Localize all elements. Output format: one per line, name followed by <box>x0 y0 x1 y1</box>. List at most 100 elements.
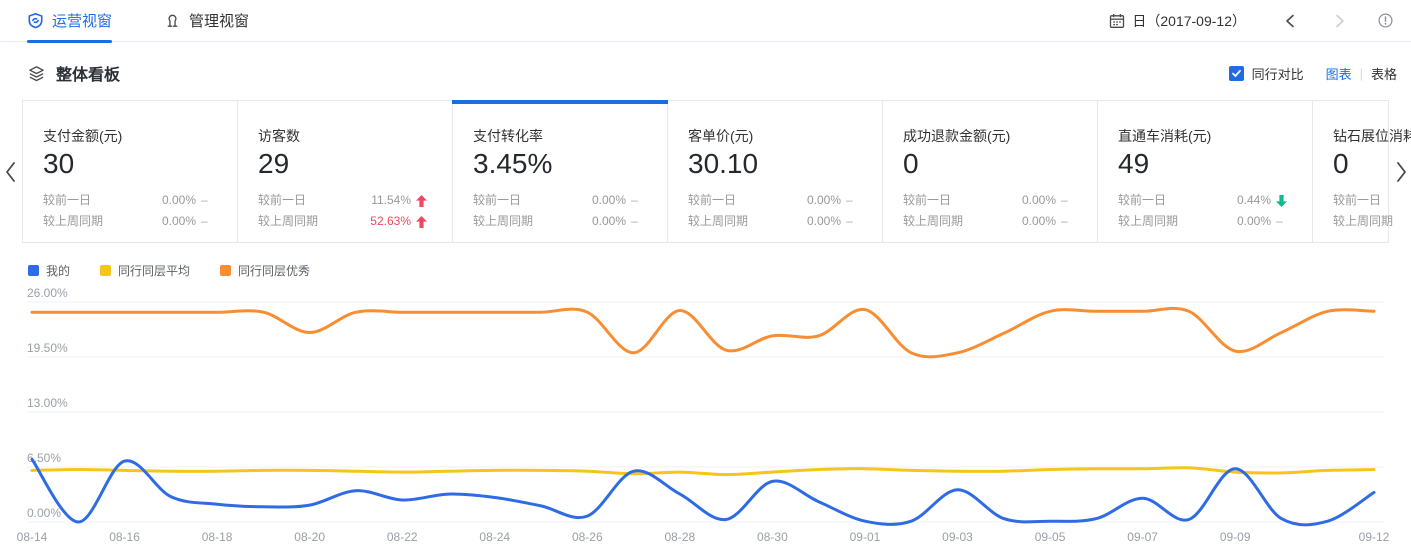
arrow-down-icon <box>1276 195 1290 207</box>
metric-compare-rows: 较前一日0.00%–较上周同期0.00%– <box>903 190 1075 232</box>
x-axis-tick: 08-22 <box>387 530 418 544</box>
metric-title: 访客数 <box>258 127 430 145</box>
tab-operations-view[interactable]: 运营视窗 <box>27 0 112 42</box>
compare-row-value: 11.54% <box>371 190 411 211</box>
compare-row-label: 较前一日 <box>43 190 91 211</box>
tab-label: 管理视窗 <box>189 10 249 31</box>
metric-compare-rows: 较前一日0.00%–较上周同期0.00%– <box>1333 190 1411 232</box>
metric-card-1[interactable]: 访客数 29 较前一日11.54%较上周同期52.63% <box>238 101 453 242</box>
date-range-label[interactable]: 日（2017-09-12） <box>1132 11 1246 31</box>
flat-dash-icon: – <box>631 211 645 232</box>
compare-row-label: 较前一日 <box>1333 190 1381 211</box>
y-axis-tick: 13.00% <box>27 396 68 410</box>
metric-card-5[interactable]: 直通车消耗(元) 49 较前一日0.44%较上周同期0.00%– <box>1098 101 1313 242</box>
compare-row: 较前一日11.54% <box>258 190 430 211</box>
x-axis-tick: 08-16 <box>109 530 140 544</box>
compare-row-label: 较上周同期 <box>688 211 748 232</box>
metric-value: 30 <box>43 146 215 182</box>
metric-title: 客单价(元) <box>688 127 860 145</box>
flat-dash-icon: – <box>846 190 860 211</box>
compare-row-label: 较上周同期 <box>903 211 963 232</box>
compare-row-value: 0.00% <box>807 190 841 211</box>
legend-item-0[interactable]: 我的 <box>28 262 70 279</box>
compare-row-label: 较上周同期 <box>43 211 103 232</box>
selected-indicator <box>452 100 668 104</box>
arrow-up-icon <box>416 216 430 228</box>
view-mode-table[interactable]: 表格 <box>1371 64 1397 83</box>
metric-title: 钻石展位消耗(元) <box>1333 127 1411 145</box>
y-axis-tick: 19.50% <box>27 341 68 355</box>
x-axis-tick: 09-05 <box>1035 530 1066 544</box>
peer-compare-label[interactable]: 同行对比 <box>1252 64 1304 83</box>
dashboard-page: 运营视窗 管理视窗 日（2017-09-12） <box>0 0 1411 560</box>
cards-scroll-left-icon[interactable] <box>3 160 17 189</box>
metric-card-4[interactable]: 成功退款金额(元) 0 较前一日0.00%–较上周同期0.00%– <box>883 101 1098 242</box>
flat-dash-icon: – <box>631 190 645 211</box>
x-axis-tick: 09-07 <box>1127 530 1158 544</box>
chevron-right-icon[interactable] <box>1334 14 1346 28</box>
compare-row-value: 0.00% <box>162 211 196 232</box>
tab-management-view[interactable]: 管理视窗 <box>164 0 249 42</box>
tab-label: 运营视窗 <box>52 10 112 31</box>
x-axis-tick: 08-24 <box>479 530 510 544</box>
metric-value: 29 <box>258 146 430 182</box>
compare-row-label: 较前一日 <box>903 190 951 211</box>
top-tab-bar: 运营视窗 管理视窗 日（2017-09-12） <box>0 0 1411 42</box>
compare-row-value: 0.00% <box>1237 211 1271 232</box>
compare-row-value: 0.00% <box>592 190 626 211</box>
line-series-同行同层优秀 <box>32 308 1374 356</box>
compare-row: 较上周同期 0.00%– <box>473 211 645 232</box>
x-axis-tick: 08-20 <box>294 530 325 544</box>
info-icon[interactable] <box>1378 13 1393 28</box>
calendar-icon[interactable] <box>1109 13 1125 29</box>
compare-row-value: 0.00% <box>592 211 626 232</box>
view-tabs: 运营视窗 管理视窗 <box>0 0 301 42</box>
compare-row: 较前一日0.00%– <box>1333 190 1411 211</box>
x-axis-tick: 09-03 <box>942 530 973 544</box>
metric-compare-rows: 较前一日0.00%–较上周同期0.00%– <box>473 190 645 232</box>
x-axis-tick: 08-18 <box>202 530 233 544</box>
metric-value: 0 <box>903 146 1075 182</box>
chevron-left-icon[interactable] <box>1284 14 1296 28</box>
page-title: 整体看板 <box>56 61 120 85</box>
metric-title: 直通车消耗(元) <box>1118 127 1290 145</box>
compare-row-value: 0.00% <box>807 211 841 232</box>
compare-row: 较上周同期52.63% <box>258 211 430 232</box>
metric-compare-rows: 较前一日 0.00%–较上周同期 0.00%– <box>43 190 215 232</box>
metric-card-2[interactable]: 支付转化率 3.45% 较前一日0.00%–较上周同期0.00%– <box>453 101 668 242</box>
peer-compare-checkbox[interactable] <box>1229 66 1244 81</box>
compare-row: 较前一日0.44% <box>1118 190 1290 211</box>
legend-label: 同行同层优秀 <box>238 262 310 279</box>
view-mode-chart[interactable]: 图表 <box>1326 64 1352 83</box>
metric-card-0[interactable]: 支付金额(元) 30 较前一日0.00%–较上周同期0.00%– <box>23 101 238 242</box>
compare-row-label: 较上周同期 <box>1333 211 1393 232</box>
compare-row: 较前一日0.00%– <box>688 190 860 211</box>
y-axis-tick: 0.00% <box>27 506 61 520</box>
compare-row: 较上周同期 0.00%– <box>43 211 215 232</box>
compare-row-label: 较上周同期 <box>473 211 533 232</box>
metric-compare-rows: 较前一日0.44%较上周同期0.00%– <box>1118 190 1290 232</box>
flat-dash-icon: – <box>1276 211 1290 232</box>
metric-compare-rows: 较前一日11.54%较上周同期52.63% <box>258 190 430 232</box>
shield-icon <box>27 12 44 29</box>
metric-card-3[interactable]: 客单价(元) 30.10 较前一日0.00%–较上周同期0.00%– <box>668 101 883 242</box>
compare-row-value: 52.63% <box>370 211 411 232</box>
legend-item-2[interactable]: 同行同层优秀 <box>220 262 310 279</box>
compare-row-value: 0.00% <box>1022 190 1056 211</box>
arrow-up-icon <box>416 195 430 207</box>
metric-value: 3.45% <box>473 146 645 182</box>
legend-item-1[interactable]: 同行同层平均 <box>100 262 190 279</box>
compare-row-value: 0.00% <box>162 190 196 211</box>
legend-label: 同行同层平均 <box>118 262 190 279</box>
x-axis-tick: 08-28 <box>665 530 696 544</box>
flat-dash-icon: – <box>1061 190 1075 211</box>
line-series-同行同层平均 <box>32 468 1374 475</box>
x-axis-tick: 09-01 <box>850 530 881 544</box>
stethoscope-icon <box>164 12 181 29</box>
flat-dash-icon: – <box>201 211 215 232</box>
y-axis-tick: 26.00% <box>27 288 68 300</box>
x-axis-tick: 08-30 <box>757 530 788 544</box>
compare-row: 较上周同期0.00%– <box>1333 211 1411 232</box>
cards-scroll-right-icon[interactable] <box>1395 160 1409 189</box>
metric-title: 支付转化率 <box>473 127 645 145</box>
